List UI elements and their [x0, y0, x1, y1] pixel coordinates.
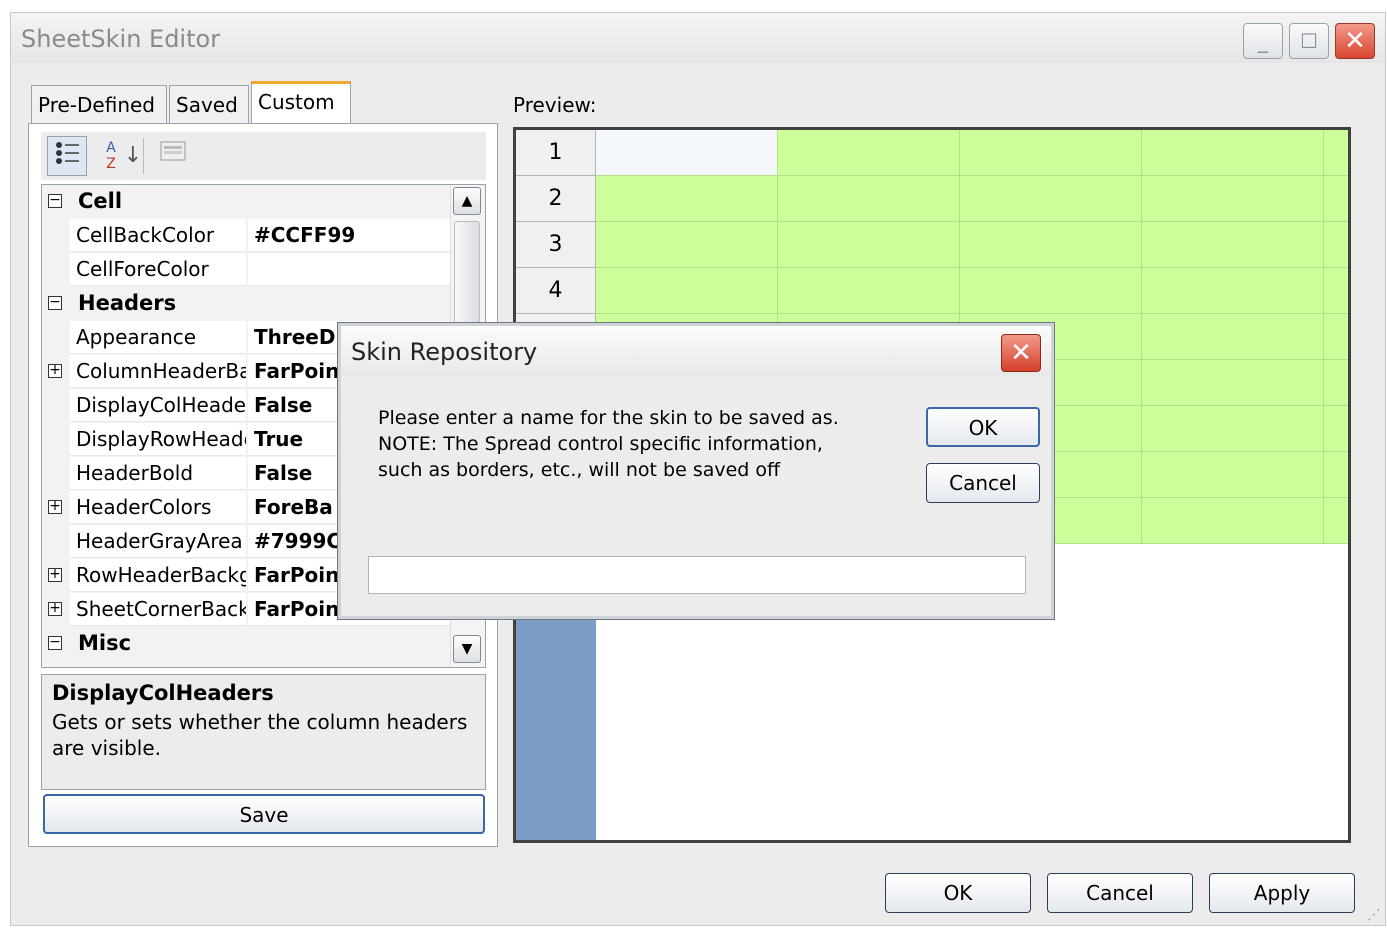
description-title: DisplayColHeaders [52, 681, 274, 705]
preview-cell[interactable] [778, 176, 960, 222]
minimize-button[interactable]: _ [1243, 23, 1283, 59]
property-pages-icon[interactable] [153, 136, 193, 176]
preview-cell[interactable] [1324, 452, 1348, 498]
property-toolbar: A Z ↓ [41, 132, 486, 180]
property-name: SheetCornerBack [70, 593, 246, 626]
property-value[interactable] [248, 253, 450, 286]
category-cell[interactable]: − Cell [42, 185, 450, 219]
preview-cell[interactable] [1142, 314, 1324, 360]
property-name: DisplayRowHeade [70, 423, 246, 456]
tab-pre-defined[interactable]: Pre-Defined [31, 85, 167, 123]
preview-cell[interactable] [778, 222, 960, 268]
property-name: CellForeColor [70, 253, 246, 286]
dialog-close-button[interactable]: ✕ [1001, 334, 1041, 372]
preview-cell[interactable] [596, 222, 778, 268]
property-row[interactable]: CellBackColor #CCFF99 [42, 219, 450, 253]
collapse-icon[interactable]: − [48, 295, 62, 310]
preview-cell[interactable] [1324, 498, 1348, 544]
scroll-down-button[interactable]: ▼ [453, 635, 481, 663]
preview-cell[interactable] [1142, 452, 1324, 498]
preview-cell[interactable] [596, 268, 778, 314]
property-row[interactable]: CellForeColor [42, 253, 450, 287]
property-name: HeaderColors [70, 491, 246, 524]
preview-cell[interactable] [1324, 360, 1348, 406]
collapse-icon[interactable]: − [48, 193, 62, 208]
preview-cell[interactable] [1142, 268, 1324, 314]
preview-cell[interactable] [1142, 406, 1324, 452]
property-name: ColumnHeaderBa [70, 355, 246, 388]
tab-saved[interactable]: Saved [169, 85, 249, 123]
preview-cell[interactable] [1324, 130, 1348, 176]
property-name: CellBackColor [70, 219, 246, 252]
preview-cell[interactable] [1142, 176, 1324, 222]
property-name: DisplayColHeader [70, 389, 246, 422]
close-button[interactable]: ✕ [1335, 23, 1375, 59]
tab-custom[interactable]: Custom [251, 81, 351, 125]
expand-icon[interactable]: + [48, 499, 62, 514]
preview-cell[interactable] [1142, 222, 1324, 268]
property-name: Appearance [70, 321, 246, 354]
preview-label: Preview: [513, 93, 597, 117]
property-name: HeaderBold [70, 457, 246, 490]
skin-repository-dialog: Skin Repository ✕ Please enter a name fo… [337, 322, 1055, 620]
expand-icon[interactable]: + [48, 567, 62, 582]
maximize-button[interactable]: ☐ [1289, 23, 1329, 59]
property-description: DisplayColHeaders Gets or sets whether t… [41, 674, 486, 790]
preview-cell[interactable] [960, 130, 1142, 176]
collapse-icon[interactable]: − [48, 635, 62, 650]
category-label: Headers [78, 291, 177, 315]
resize-grip-icon[interactable]: ⋰ [1367, 907, 1381, 923]
description-text: Gets or sets whether the column headers … [52, 710, 468, 760]
preview-cell[interactable] [960, 176, 1142, 222]
preview-cell[interactable] [1142, 130, 1324, 176]
sort-arrow-icon: ↓ [123, 143, 143, 168]
property-name: RowHeaderBackg [70, 559, 246, 592]
dialog-ok-button[interactable]: OK [926, 407, 1040, 447]
preview-cell[interactable] [778, 268, 960, 314]
apply-button[interactable]: Apply [1209, 873, 1355, 913]
message-line: such as borders, etc., will not be saved… [378, 459, 781, 481]
preview-cell[interactable] [1324, 222, 1348, 268]
ok-button[interactable]: OK [885, 873, 1031, 913]
row-header[interactable]: 4 [516, 268, 596, 314]
row-header[interactable]: 3 [516, 222, 596, 268]
message-line: Please enter a name for the skin to be s… [378, 407, 839, 429]
expand-icon[interactable]: + [48, 363, 62, 378]
scroll-up-button[interactable]: ▲ [453, 187, 481, 215]
skin-name-input[interactable] [368, 556, 1026, 594]
message-line: NOTE: The Spread control specific inform… [378, 433, 823, 455]
categorized-icon[interactable] [47, 136, 87, 176]
preview-cell[interactable] [1324, 176, 1348, 222]
save-button[interactable]: Save [43, 794, 485, 834]
row-header[interactable]: 1 [516, 130, 596, 176]
preview-cell[interactable] [960, 268, 1142, 314]
preview-cell[interactable] [596, 130, 778, 176]
preview-cell[interactable] [1324, 314, 1348, 360]
category-headers[interactable]: − Headers [42, 287, 450, 321]
title-bar: SheetSkin Editor _ ☐ ✕ [11, 13, 1385, 63]
row-header[interactable]: 2 [516, 176, 596, 222]
dialog-title-bar: Skin Repository ✕ [341, 326, 1051, 376]
category-label: Misc [78, 631, 132, 655]
preview-cell[interactable] [596, 176, 778, 222]
expand-icon[interactable]: + [48, 601, 62, 616]
property-value[interactable]: #CCFF99 [248, 219, 450, 252]
dialog-title: Skin Repository [351, 338, 538, 366]
preview-cell[interactable] [960, 222, 1142, 268]
preview-cell[interactable] [778, 130, 960, 176]
dialog-cancel-button[interactable]: Cancel [926, 463, 1040, 503]
toolbar-divider [143, 138, 144, 174]
preview-cell[interactable] [1324, 268, 1348, 314]
cancel-button[interactable]: Cancel [1047, 873, 1193, 913]
preview-cell[interactable] [1142, 498, 1324, 544]
dialog-message: Please enter a name for the skin to be s… [378, 405, 839, 483]
window-title: SheetSkin Editor [21, 25, 221, 53]
category-misc[interactable]: − Misc [42, 627, 450, 661]
preview-cell[interactable] [1324, 406, 1348, 452]
property-name: HeaderGrayArea [70, 525, 246, 558]
preview-cell[interactable] [1142, 360, 1324, 406]
category-label: Cell [78, 189, 123, 213]
